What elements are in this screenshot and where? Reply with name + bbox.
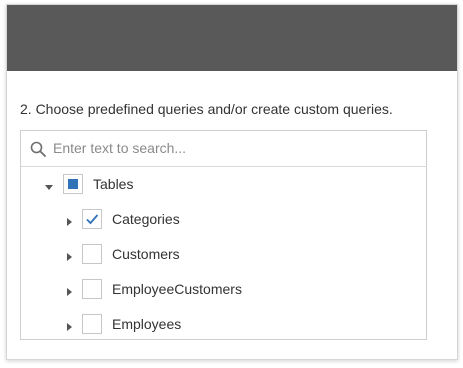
query-list-box: Tables Categories: [20, 130, 427, 340]
checkmark-icon: [86, 214, 99, 225]
page: 2. Choose predefined queries and/or crea…: [0, 0, 463, 368]
customers-checkbox[interactable]: [82, 244, 102, 264]
search-bar: [21, 131, 426, 167]
tree-node-label: Tables: [93, 176, 134, 192]
expand-icon[interactable]: [64, 319, 74, 331]
indeterminate-mark: [68, 179, 78, 189]
categories-checkbox[interactable]: [82, 209, 102, 229]
expand-icon[interactable]: [64, 214, 74, 226]
wizard-panel: 2. Choose predefined queries and/or crea…: [6, 4, 458, 360]
step-title: 2. Choose predefined queries and/or crea…: [20, 101, 393, 117]
tree-node-employees[interactable]: Employees: [21, 307, 426, 342]
wizard-header: [7, 5, 457, 71]
employees-checkbox[interactable]: [82, 314, 102, 334]
employeecustomers-checkbox[interactable]: [82, 279, 102, 299]
collapse-icon[interactable]: [44, 179, 54, 190]
expand-icon[interactable]: [64, 249, 74, 261]
tree-node-employeecustomers[interactable]: EmployeeCustomers: [21, 272, 426, 307]
tree-node-tables[interactable]: Tables: [21, 167, 426, 202]
search-icon: [30, 141, 46, 157]
tree-node-label: Categories: [112, 211, 180, 227]
tree-node-categories[interactable]: Categories: [21, 202, 426, 237]
expand-icon[interactable]: [64, 284, 74, 296]
tree-node-label: EmployeeCustomers: [112, 281, 242, 297]
tree-node-label: Customers: [112, 246, 180, 262]
tree-node-customers[interactable]: Customers: [21, 237, 426, 272]
tables-checkbox[interactable]: [63, 174, 83, 194]
tree-node-label: Employees: [112, 316, 182, 332]
search-input[interactable]: [53, 137, 413, 159]
